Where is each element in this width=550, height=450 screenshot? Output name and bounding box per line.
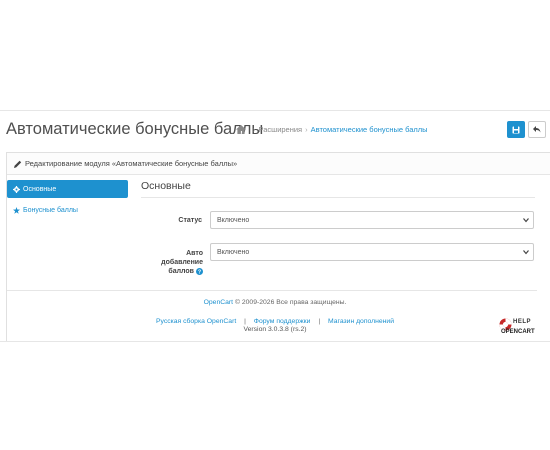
auto-add-label: Авто добавление баллов ? xyxy=(161,250,203,275)
page-header: Автоматические бонусные баллы › Расширен… xyxy=(0,111,550,149)
footer-links: Русская сборка OpenCart | Форум поддержк… xyxy=(0,318,550,325)
admin-frame: Автоматические бонусные баллы › Расширен… xyxy=(0,110,550,342)
status-label: Статус xyxy=(178,217,202,224)
footer-link-store[interactable]: Магазин дополнений xyxy=(328,318,394,325)
save-button[interactable] xyxy=(507,121,525,138)
footer-version: Version 3.0.3.8 (rs.2) xyxy=(243,326,307,333)
gear-icon xyxy=(13,185,20,193)
breadcrumb-separator: › xyxy=(305,125,308,134)
footer-copyright: OpenCart © 2009-2026 Все права защищены. xyxy=(0,299,550,306)
help-icon[interactable]: ? xyxy=(196,268,203,275)
breadcrumb: › Расширения › Автоматические бонусные б… xyxy=(236,125,428,134)
status-select[interactable]: Включено xyxy=(210,211,534,229)
footer-divider: | xyxy=(244,318,246,325)
footer-divider: | xyxy=(318,318,321,325)
breadcrumb-extensions[interactable]: Расширения xyxy=(259,125,303,134)
sidebar-item-bonus-points[interactable]: Бонусные баллы xyxy=(7,202,128,218)
sidebar-item-main[interactable]: Основные xyxy=(7,180,128,198)
chevron-down-icon xyxy=(523,218,529,223)
breadcrumb-current[interactable]: Автоматические бонусные баллы xyxy=(311,125,428,134)
page-title: Автоматические бонусные баллы xyxy=(6,120,264,138)
status-select-value: Включено xyxy=(217,216,250,224)
svg-text:?: ? xyxy=(198,270,201,275)
chevron-down-icon xyxy=(523,250,529,255)
sidebar-item-label: Основные xyxy=(23,185,57,193)
section-legend: Основные xyxy=(141,180,535,198)
breadcrumb-separator: › xyxy=(253,125,256,134)
pencil-icon xyxy=(14,160,22,168)
help-opencart-logo[interactable]: HELP OPENCART xyxy=(499,318,547,338)
back-button[interactable] xyxy=(528,121,546,138)
footer-link-forum[interactable]: Форум поддержки xyxy=(254,318,311,325)
panel-heading: Редактирование модуля «Автоматические бо… xyxy=(7,153,550,175)
reply-icon xyxy=(533,126,541,133)
floppy-icon xyxy=(512,126,520,133)
auto-add-select[interactable]: Включено xyxy=(210,243,534,261)
panel-heading-text: Редактирование модуля «Автоматические бо… xyxy=(25,159,238,168)
footer-opencart-link[interactable]: OpenCart xyxy=(204,299,233,306)
form-divider xyxy=(7,290,537,291)
footer-link-russian-build[interactable]: Русская сборка OpenCart xyxy=(156,318,236,325)
footer-copyright-text: © 2009-2026 Все права защищены. xyxy=(234,299,347,306)
auto-add-select-value: Включено xyxy=(217,248,250,256)
star-icon xyxy=(13,206,20,214)
home-icon[interactable] xyxy=(236,125,246,134)
sidebar-item-label: Бонусные баллы xyxy=(23,206,78,214)
